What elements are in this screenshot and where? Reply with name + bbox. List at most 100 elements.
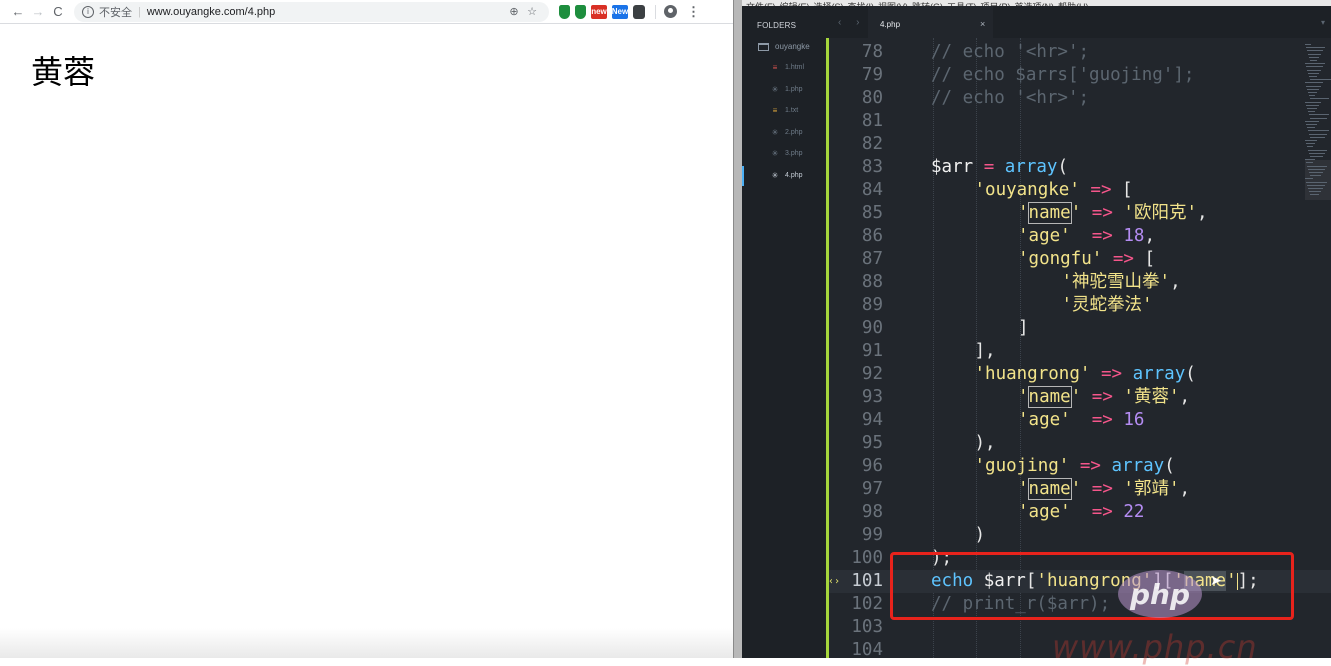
gutter-highlight-bar bbox=[826, 38, 829, 658]
minimap-line bbox=[1306, 181, 1327, 183]
code-token: => bbox=[1079, 456, 1101, 476]
minimap-line bbox=[1305, 178, 1313, 180]
code-line[interactable]: 78 // echo '<hr>'; bbox=[828, 41, 1331, 64]
tab-4-php[interactable]: 4.php × bbox=[868, 6, 993, 38]
code-token: 'guojing' bbox=[974, 456, 1070, 476]
code-line[interactable]: 80 // echo '<hr>'; bbox=[828, 87, 1331, 110]
code-line[interactable]: 83 $arr = array( bbox=[828, 156, 1331, 179]
info-icon[interactable]: i bbox=[82, 5, 94, 18]
minimap-line bbox=[1309, 191, 1321, 193]
page-content: 黄蓉 bbox=[0, 25, 733, 658]
code-token: array bbox=[1132, 364, 1186, 384]
sidebar-file-item[interactable]: ✳ 4.php bbox=[770, 171, 803, 180]
sidebar-file-item[interactable]: ✳ 2.php bbox=[770, 128, 803, 137]
code-line[interactable]: 82 bbox=[828, 133, 1331, 156]
code-token: ) bbox=[974, 525, 986, 545]
code-token: ' bbox=[1018, 387, 1029, 407]
minimap-line bbox=[1306, 66, 1323, 68]
code-line[interactable]: 99) bbox=[828, 524, 1331, 547]
new-badge-extension-icon-2[interactable]: New bbox=[612, 4, 628, 19]
reload-button[interactable]: C bbox=[48, 1, 68, 23]
minimap-line bbox=[1305, 63, 1325, 65]
code-token: 16 bbox=[1123, 410, 1145, 430]
window-divider[interactable] bbox=[733, 0, 742, 658]
code-token: => bbox=[1091, 203, 1113, 223]
code-text: // echo '<hr>'; bbox=[931, 41, 1089, 64]
chevron-down-icon[interactable]: ▾ bbox=[1321, 18, 1325, 27]
shield-extension-icon-2[interactable] bbox=[575, 4, 586, 19]
star-icon[interactable]: ☆ bbox=[523, 5, 541, 18]
line-number: 92 bbox=[861, 364, 883, 384]
minimap-line bbox=[1308, 72, 1319, 74]
address-bar[interactable]: i 不安全 | www.ouyangke.com/4.php ⊕ ☆ bbox=[74, 1, 549, 22]
code-token: ( bbox=[1185, 364, 1196, 384]
code-line[interactable]: 88 '神驼雪山拳', bbox=[828, 271, 1331, 294]
watermark-url: www.php.cn bbox=[1052, 628, 1258, 666]
mouse-pointer-icon: ➤ bbox=[1210, 573, 1222, 589]
file-icon: ✳ bbox=[771, 149, 779, 158]
forward-button[interactable]: → bbox=[28, 1, 48, 23]
minimap-line bbox=[1310, 175, 1321, 177]
code-line[interactable]: 91], bbox=[828, 340, 1331, 363]
code-text: '灵蛇拳法' bbox=[1062, 294, 1153, 317]
omnibox-separator: | bbox=[138, 5, 141, 18]
code-line[interactable]: 97 'name' => '郭靖', bbox=[828, 478, 1331, 501]
tab-nav-arrows[interactable]: ‹ › bbox=[838, 17, 865, 28]
security-label: 不安全 bbox=[99, 6, 132, 19]
code-line[interactable]: 85 'name' => '欧阳克', bbox=[828, 202, 1331, 225]
code-line[interactable]: 95), bbox=[828, 432, 1331, 455]
sidebar-file-item[interactable]: ≡ 1.html bbox=[770, 63, 804, 72]
line-number: 86 bbox=[861, 226, 883, 246]
code-line[interactable]: 90] bbox=[828, 317, 1331, 340]
code-line[interactable]: 96 'guojing' => array( bbox=[828, 455, 1331, 478]
browser-menu-icon[interactable]: ⋮ bbox=[687, 4, 700, 20]
minimap-line bbox=[1310, 98, 1329, 100]
code-token: name bbox=[1027, 386, 1072, 408]
profile-icon[interactable] bbox=[664, 5, 677, 18]
new-badge-extension-icon[interactable]: new bbox=[591, 4, 607, 19]
code-token: // echo $arrs['guojing']; bbox=[931, 65, 1195, 85]
code-line[interactable]: 86 'age' => 18, bbox=[828, 225, 1331, 248]
back-button[interactable]: ← bbox=[8, 1, 28, 23]
code-token: , bbox=[1179, 479, 1191, 499]
minimap-line bbox=[1310, 156, 1323, 157]
code-text: 'huangrong' => array( bbox=[975, 363, 1196, 386]
close-icon[interactable]: × bbox=[980, 19, 985, 29]
shield-extension-icon[interactable] bbox=[559, 4, 570, 19]
code-token: ] bbox=[1018, 318, 1029, 338]
code-line[interactable]: 89 '灵蛇拳法' bbox=[828, 294, 1331, 317]
code-line[interactable]: 92 'huangrong' => array( bbox=[828, 363, 1331, 386]
code-token: ' bbox=[1070, 479, 1082, 499]
code-line[interactable]: 93 'name' => '黄蓉', bbox=[828, 386, 1331, 409]
line-number: 81 bbox=[861, 111, 883, 131]
minimap-line bbox=[1307, 184, 1325, 186]
code-token: 'gongfu' bbox=[1018, 249, 1103, 269]
browser-toolbar: ← → C i 不安全 | www.ouyangke.com/4.php ⊕ ☆… bbox=[0, 0, 733, 24]
sidebar-file-item[interactable]: ✳ 3.php bbox=[770, 149, 803, 158]
minimap-line bbox=[1305, 120, 1319, 122]
file-label: 1.php bbox=[785, 85, 803, 93]
code-token: 'ouyangke' bbox=[974, 180, 1080, 200]
minimap[interactable] bbox=[1305, 44, 1331, 204]
code-line[interactable]: 98 'age' => 22 bbox=[828, 501, 1331, 524]
code-line[interactable]: 87 'gongfu' => [ bbox=[828, 248, 1331, 271]
minimap-line bbox=[1310, 136, 1325, 138]
toolbar-separator bbox=[655, 4, 656, 19]
ghost-extension-icon[interactable] bbox=[633, 4, 645, 19]
code-line[interactable]: 79 // echo $arrs['guojing']; bbox=[828, 64, 1331, 87]
sidebar-file-item[interactable]: ≡ 1.txt bbox=[770, 106, 799, 115]
sidebar-file-item[interactable]: ✳ 1.php bbox=[770, 85, 803, 94]
code-line[interactable]: 94 'age' => 16 bbox=[828, 409, 1331, 432]
code-line[interactable]: 84 'ouyangke' => [ bbox=[828, 179, 1331, 202]
code-line[interactable]: 81 bbox=[828, 110, 1331, 133]
zoom-icon[interactable]: ⊕ bbox=[505, 5, 523, 18]
folder-item[interactable]: ouyangke bbox=[758, 42, 810, 51]
minimap-line bbox=[1310, 117, 1327, 119]
file-icon: ≡ bbox=[772, 63, 778, 72]
